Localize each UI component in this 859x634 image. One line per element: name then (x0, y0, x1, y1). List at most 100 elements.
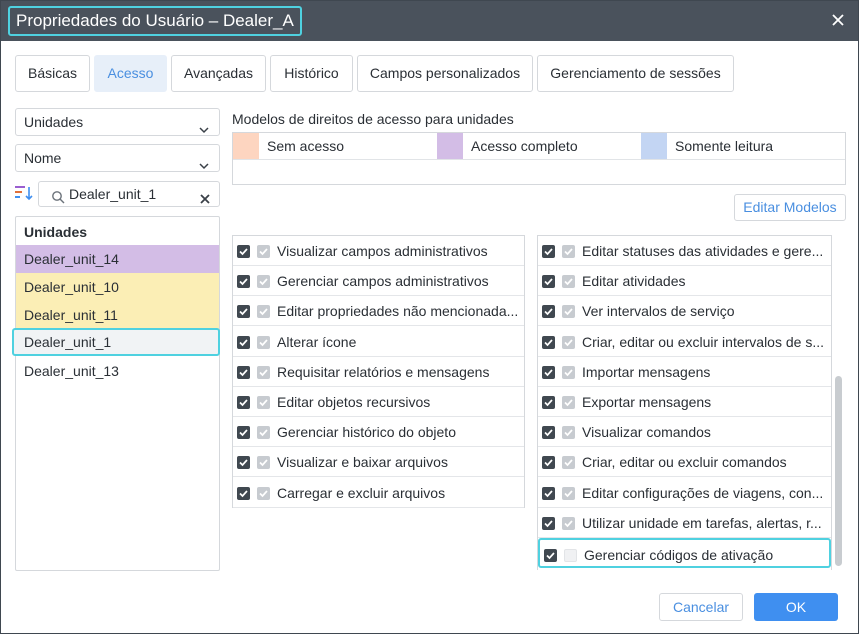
right-checkbox[interactable] (542, 365, 555, 379)
template-checkbox (564, 549, 577, 562)
cancel-button[interactable]: Cancelar (659, 593, 743, 621)
tab-gerenciamento-sessoes[interactable]: Gerenciamento de sessões (537, 55, 734, 92)
item-type-value: Unidades (24, 114, 84, 130)
right-row: Gerenciar campos administrativos (233, 266, 524, 297)
right-checkbox[interactable] (237, 245, 250, 258)
clear-icon[interactable] (199, 188, 211, 204)
right-checkbox[interactable] (237, 486, 250, 500)
templates-heading: Modelos de direitos de acesso para unida… (232, 111, 514, 127)
divider (233, 159, 845, 160)
list-item-selected[interactable]: Dealer_unit_1 (12, 328, 220, 356)
right-label: Ver intervalos de serviço (582, 303, 735, 320)
right-checkbox[interactable] (542, 335, 555, 349)
right-checkbox[interactable] (542, 456, 555, 470)
right-label: Requisitar relatórios e mensagens (277, 363, 490, 380)
right-label: Gerenciar histórico do objeto (277, 424, 456, 441)
right-checkbox[interactable] (237, 426, 250, 440)
right-label: Gerenciar códigos de ativação (584, 547, 774, 563)
template-checkbox (257, 335, 270, 349)
legend-swatch-sem-acesso[interactable] (233, 133, 259, 159)
template-checkbox (562, 486, 575, 500)
unit-search-input[interactable]: Dealer_unit_1 (38, 181, 220, 207)
right-label: Utilizar unidade em tarefas, alertas, r.… (582, 514, 822, 531)
list-item[interactable]: Dealer_unit_14 (16, 245, 219, 273)
right-checkbox[interactable] (542, 516, 555, 530)
right-label: Editar propriedades não mencionada... (277, 303, 519, 320)
right-checkbox[interactable] (237, 365, 250, 379)
template-checkbox (257, 486, 270, 500)
sort-select[interactable]: Nome (15, 144, 220, 172)
right-label: Criar, editar ou excluir intervalos de s… (582, 333, 824, 350)
tab-basicas[interactable]: Básicas (15, 55, 90, 92)
right-label: Criar, editar ou excluir comandos (582, 454, 787, 471)
template-checkbox (562, 426, 575, 440)
template-checkbox (562, 365, 575, 379)
right-label: Editar configurações de viagens, con... (582, 484, 824, 501)
chevron-down-icon (199, 153, 209, 170)
right-label: Editar objetos recursivos (277, 394, 431, 410)
item-type-select[interactable]: Unidades (15, 108, 220, 136)
right-label: Alterar ícone (277, 333, 357, 350)
right-checkbox[interactable] (237, 275, 250, 289)
list-item[interactable]: Dealer_unit_11 (16, 301, 219, 329)
tab-acesso[interactable]: Acesso (94, 55, 167, 92)
ok-button[interactable]: OK (754, 593, 838, 621)
right-row: Visualizar e baixar arquivos (233, 447, 524, 478)
right-row: Alterar ícone (233, 327, 524, 357)
legend-swatch-acesso-completo[interactable] (437, 133, 463, 159)
sort-value: Nome (24, 150, 62, 166)
right-label: Exportar mensagens (582, 394, 712, 410)
right-label: Visualizar campos administrativos (277, 243, 488, 259)
rights-scrollbar[interactable] (835, 376, 842, 566)
list-item[interactable]: Dealer_unit_10 (16, 273, 219, 301)
window-title: Propriedades do Usuário – Dealer_A (8, 6, 302, 36)
right-checkbox[interactable] (542, 275, 555, 289)
legend-label: Sem acesso (267, 138, 345, 154)
template-checkbox (257, 245, 270, 258)
right-row: Editar propriedades não mencionada... (233, 296, 524, 327)
legend-label: Acesso completo (471, 138, 578, 154)
right-row: Editar statuses das atividades e gere... (538, 236, 831, 266)
list-item[interactable]: Dealer_unit_13 (16, 357, 219, 385)
right-checkbox[interactable] (237, 305, 250, 319)
tab-historico[interactable]: Histórico (270, 55, 353, 92)
template-checkbox (562, 245, 575, 258)
right-row: Visualizar campos administrativos (233, 236, 524, 266)
right-checkbox[interactable] (237, 396, 250, 409)
right-checkbox[interactable] (544, 549, 557, 562)
right-label: Editar statuses das atividades e gere... (582, 243, 824, 259)
template-checkbox (257, 275, 270, 289)
right-checkbox[interactable] (237, 335, 250, 349)
template-checkbox (562, 516, 575, 530)
right-label: Visualizar comandos (582, 424, 711, 441)
search-icon (51, 187, 65, 204)
right-checkbox[interactable] (237, 456, 250, 470)
unit-list-header: Unidades (24, 224, 88, 240)
search-value: Dealer_unit_1 (69, 186, 157, 202)
right-checkbox[interactable] (542, 245, 555, 258)
tab-avancadas[interactable]: Avançadas (171, 55, 266, 92)
tab-campos-personalizados[interactable]: Campos personalizados (357, 55, 533, 92)
right-label: Carregar e excluir arquivos (277, 484, 446, 501)
right-row: Gerenciar histórico do objeto (233, 417, 524, 448)
right-checkbox[interactable] (542, 486, 555, 500)
template-checkbox (257, 456, 270, 470)
right-row: Criar, editar ou excluir comandos (538, 447, 831, 478)
right-row: Importar mensagens (538, 357, 831, 387)
right-row: Visualizar comandos (538, 417, 831, 448)
unit-list: Unidades Dealer_unit_14 Dealer_unit_10 D… (12, 216, 220, 571)
right-checkbox[interactable] (542, 426, 555, 440)
right-checkbox[interactable] (542, 396, 555, 409)
right-row: Editar objetos recursivos (233, 387, 524, 417)
rights-column-right: Editar statuses das atividades e gere...… (537, 235, 832, 570)
right-label: Visualizar e baixar arquivos (277, 454, 448, 471)
right-row: Gerenciar códigos de ativação (538, 538, 831, 568)
right-row: Editar configurações de viagens, con... (538, 478, 831, 508)
legend-swatch-somente-leitura[interactable] (641, 133, 667, 159)
sort-order-icon[interactable] (14, 183, 34, 203)
right-label: Editar atividades (582, 273, 686, 290)
right-checkbox[interactable] (542, 305, 555, 319)
right-label: Importar mensagens (582, 363, 711, 380)
close-icon[interactable] (828, 10, 848, 30)
edit-templates-button[interactable]: Editar Modelos (734, 194, 846, 221)
